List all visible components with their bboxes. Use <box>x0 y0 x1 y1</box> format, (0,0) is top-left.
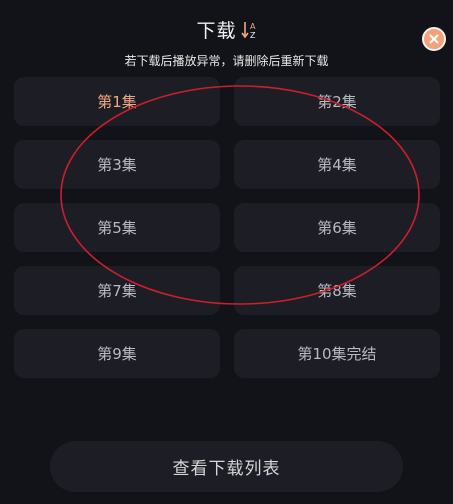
episode-10-button[interactable]: 第10集完结 <box>234 329 440 378</box>
episode-3-button[interactable]: 第3集 <box>14 140 220 189</box>
svg-text:Z: Z <box>250 31 256 40</box>
episode-1-button[interactable]: 第1集 <box>14 77 220 126</box>
svg-text:A: A <box>250 22 256 31</box>
dialog-header: 下载 A Z <box>0 16 453 43</box>
episode-grid: 第1集 第2集 第3集 第4集 第5集 第6集 第7集 第8集 第9集 第10集… <box>14 77 440 378</box>
episode-2-button[interactable]: 第2集 <box>234 77 440 126</box>
episode-5-button[interactable]: 第5集 <box>14 203 220 252</box>
episode-6-button[interactable]: 第6集 <box>234 203 440 252</box>
episode-8-button[interactable]: 第8集 <box>234 266 440 315</box>
episode-7-button[interactable]: 第7集 <box>14 266 220 315</box>
episode-4-button[interactable]: 第4集 <box>234 140 440 189</box>
sort-az-icon[interactable]: A Z <box>240 20 257 40</box>
view-download-list-button[interactable]: 查看下载列表 <box>50 441 403 492</box>
close-icon <box>429 34 439 44</box>
download-notice: 若下载后播放异常，请删除后重新下载 <box>124 54 329 68</box>
episode-9-button[interactable]: 第9集 <box>14 329 220 378</box>
dialog-title: 下载 <box>196 20 237 42</box>
close-button[interactable] <box>422 27 446 51</box>
